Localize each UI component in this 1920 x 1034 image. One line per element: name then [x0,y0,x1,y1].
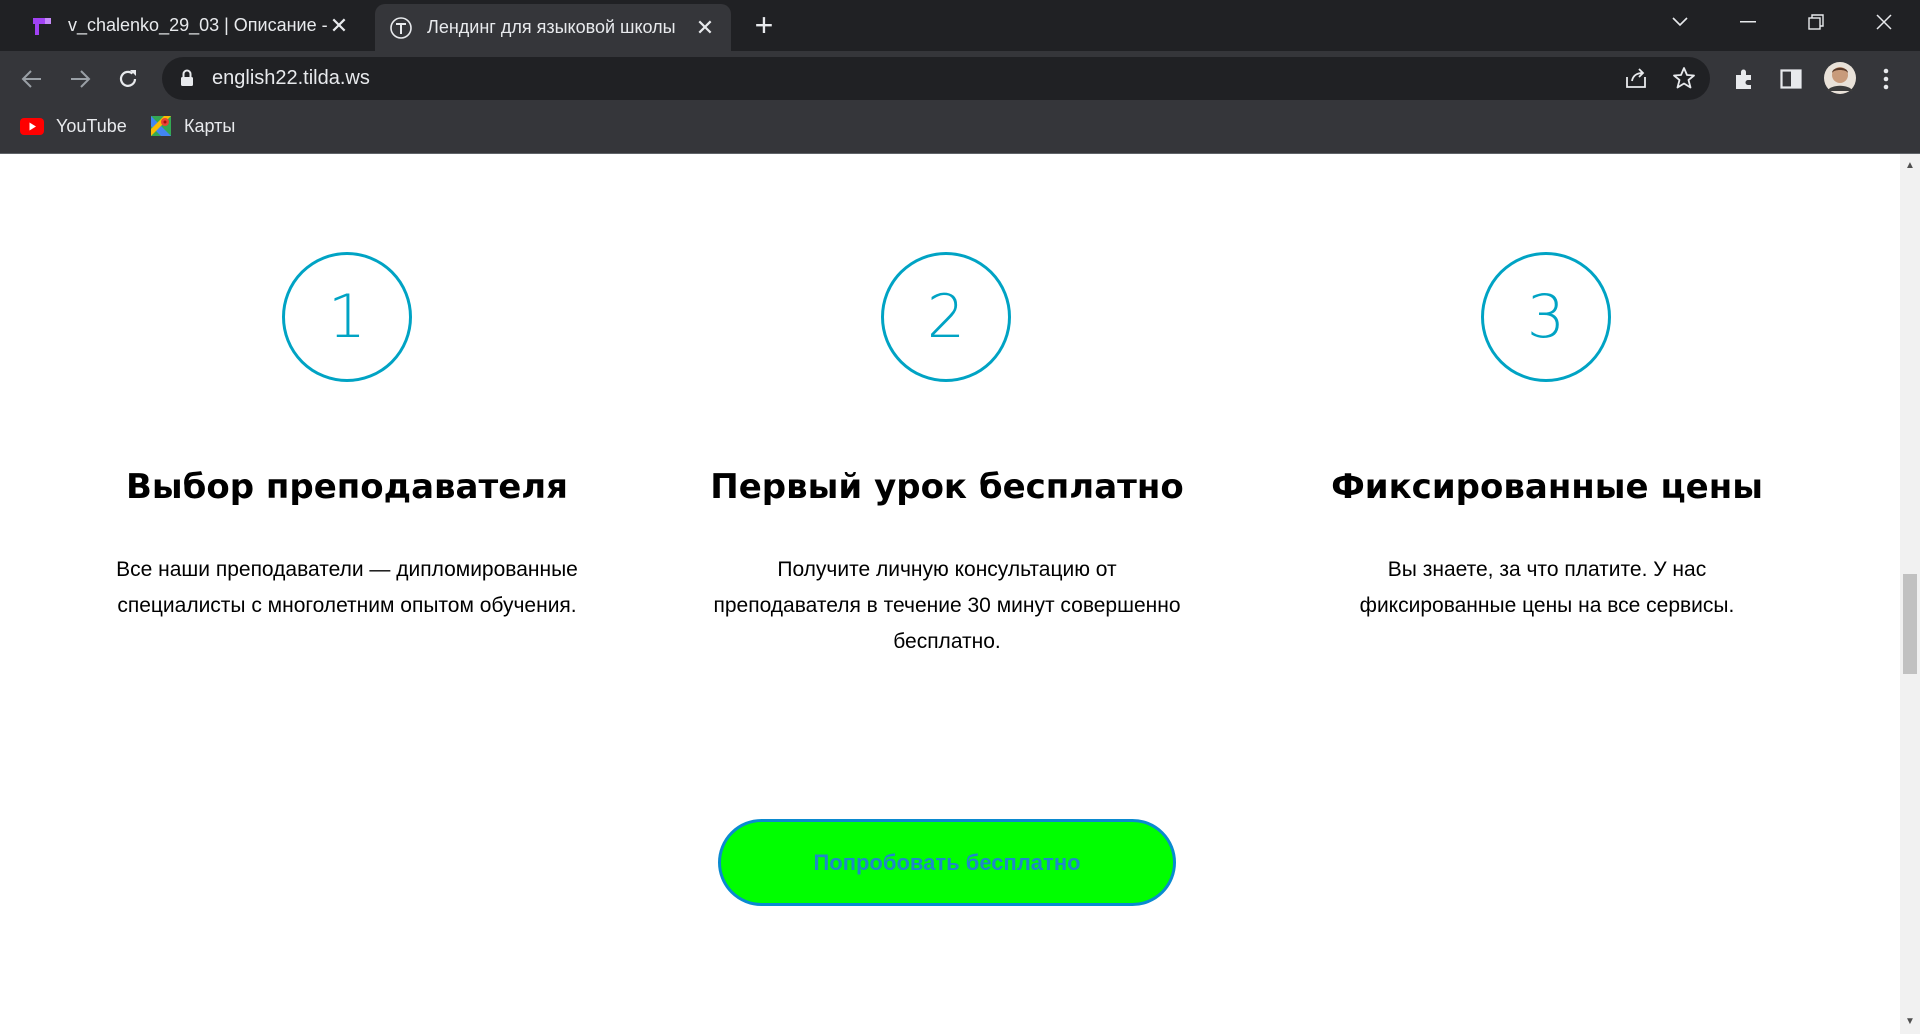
feature-text-line: специалисты с многолетним опытом обучени… [117,594,577,617]
avatar[interactable] [1822,60,1858,96]
restore-button[interactable] [1781,0,1851,44]
lock-icon [180,69,194,92]
reload-icon[interactable] [112,63,144,95]
tab-search-icon[interactable] [1645,0,1715,44]
close-icon[interactable]: ✕ [693,15,717,40]
feature-text-line: фиксированные цены на все сервисы. [1359,594,1735,617]
close-window-button[interactable] [1849,0,1919,44]
bookmark-maps[interactable]: Карты [150,106,235,146]
feature-text-line: Вы знаете, за что платите. У нас [1387,558,1707,581]
new-tab-button[interactable]: + [748,9,780,42]
scroll-up-icon[interactable]: ▲ [1904,160,1916,172]
bookmark-label: Карты [184,115,236,136]
share-icon[interactable] [1624,67,1648,94]
more-menu-icon[interactable] [1870,63,1902,95]
bookmark-label: YouTube [56,115,127,136]
address-bar[interactable]: english22.tilda.ws [162,57,1710,100]
tab-title: v_chalenko_29_03 | Описание - ( [68,15,327,35]
side-panel-icon[interactable] [1775,63,1807,95]
scroll-down-icon[interactable]: ▼ [1904,1016,1916,1028]
youtube-icon [20,117,44,135]
extensions-icon[interactable] [1728,63,1760,95]
feature-text: Вы знаете, за что платите. У нас фиксиро… [1297,552,1797,624]
feature-text-line: преподавателя в течение 30 минут соверше… [713,594,1181,617]
browser-tab-bar: v_chalenko_29_03 | Описание - ( ✕ Лендин… [0,0,1920,51]
step-number-circle: 2 [881,252,1011,382]
scrollbar-thumb[interactable] [1903,574,1917,674]
tilda-t-icon [389,16,413,40]
browser-toolbar: english22.tilda.ws [0,51,1920,106]
tab-title: Лендинг для языковой школы [427,17,676,37]
feature-title: Фиксированные цены [1331,467,1763,507]
feature-text-line: Все наши преподаватели — дипломированные [116,558,578,581]
forward-arrow-icon[interactable] [64,63,96,95]
maps-icon [150,115,172,137]
star-icon[interactable] [1672,66,1696,95]
step-number-circle: 3 [1481,252,1611,382]
tilda-purple-icon [30,14,54,38]
url-text: english22.tilda.ws [212,67,370,89]
feature-text: Все наши преподаватели — дипломированные… [97,552,597,624]
page-content: 1 Выбор преподавателя Все наши преподава… [0,154,1900,1034]
browser-tab-inactive[interactable]: v_chalenko_29_03 | Описание - ( ✕ [0,0,365,51]
minimize-button[interactable] [1713,0,1783,44]
browser-tab-active[interactable]: Лендинг для языковой школы ✕ [375,4,731,51]
bookmark-youtube[interactable]: YouTube [20,106,127,146]
feature-title: Выбор преподавателя [125,467,569,507]
bookmarks-bar: YouTube Карты [0,106,1920,154]
feature-title: Первый урок бесплатно [710,467,1184,507]
step-number-circle: 1 [282,252,412,382]
back-arrow-icon[interactable] [16,63,48,95]
close-icon[interactable]: ✕ [327,13,351,38]
try-free-button[interactable]: Попробовать бесплатно [718,819,1176,906]
feature-text: Получите личную консультацию от преподав… [697,552,1197,660]
feature-text-line: бесплатно. [893,630,1001,653]
feature-text-line: Получите личную консультацию от [777,558,1117,581]
page-scrollbar[interactable]: ▲ ▼ [1900,154,1920,1034]
